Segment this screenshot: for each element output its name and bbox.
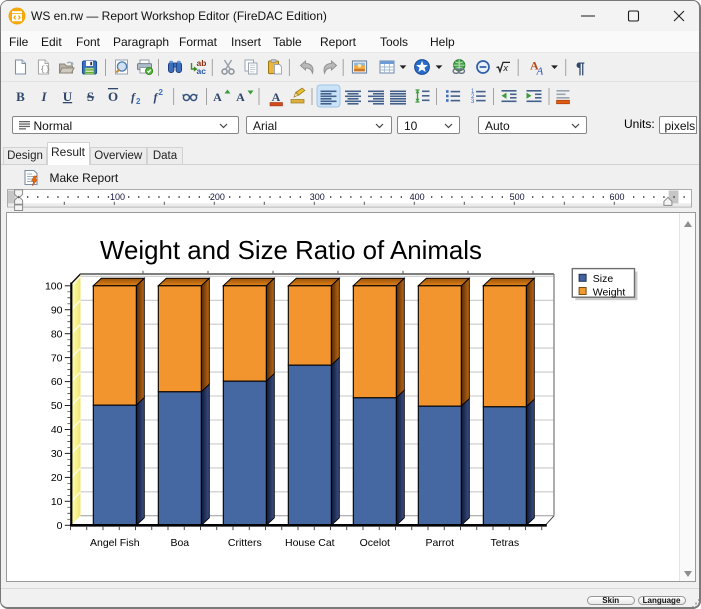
svg-text:100: 100 [45, 280, 63, 292]
svg-text:2: 2 [159, 88, 164, 97]
svg-text:80: 80 [51, 328, 63, 340]
svg-text:Weight and Size Ratio of Anima: Weight and Size Ratio of Animals [100, 235, 482, 265]
svg-text:3: 3 [471, 99, 475, 105]
svg-text:S: S [87, 89, 94, 104]
svg-text:0: 0 [57, 520, 63, 532]
svg-text:90: 90 [51, 304, 63, 316]
svg-text:Parrot: Parrot [426, 537, 455, 549]
svg-text:I: I [40, 89, 47, 104]
svg-text:Tetras: Tetras [491, 537, 520, 549]
svg-text:60: 60 [51, 376, 63, 388]
svg-text:A: A [536, 65, 544, 77]
svg-text:Angel Fish: Angel Fish [90, 537, 140, 549]
svg-text:B: B [16, 89, 25, 104]
svg-text:U: U [63, 89, 73, 104]
svg-text:40: 40 [51, 424, 63, 436]
svg-text:{}: {} [40, 64, 50, 74]
svg-text:100: 100 [110, 192, 125, 202]
svg-text:50: 50 [51, 400, 63, 412]
svg-text:Ocelot: Ocelot [360, 537, 390, 549]
svg-text:A: A [213, 90, 222, 104]
svg-text:600: 600 [609, 192, 624, 202]
svg-text:2: 2 [136, 97, 141, 106]
svg-text:A: A [272, 90, 281, 104]
svg-text:20: 20 [51, 472, 63, 484]
svg-text:¶: ¶ [576, 60, 585, 77]
svg-text:Boa: Boa [170, 537, 189, 549]
svg-text:O: O [108, 89, 118, 104]
svg-text:Weight: Weight [593, 286, 626, 298]
svg-text:10: 10 [51, 496, 63, 508]
svg-text:200: 200 [210, 192, 225, 202]
svg-text:House Cat: House Cat [285, 537, 335, 549]
svg-text:ac: ac [197, 66, 207, 76]
svg-text:Critters: Critters [228, 537, 262, 549]
svg-text:Size: Size [593, 273, 614, 285]
svg-text:500: 500 [510, 192, 525, 202]
svg-text:300: 300 [310, 192, 325, 202]
svg-text:70: 70 [51, 352, 63, 364]
svg-text:30: 30 [51, 448, 63, 460]
svg-text:A: A [236, 90, 245, 104]
svg-text:x: x [502, 63, 509, 74]
svg-text:400: 400 [410, 192, 425, 202]
